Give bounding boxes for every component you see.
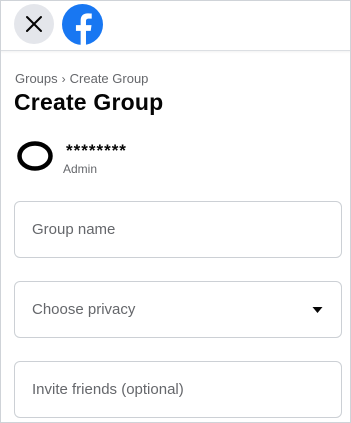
breadcrumb: Groups › Create Group [15, 71, 148, 86]
close-button[interactable] [14, 4, 54, 44]
invite-friends-field [14, 361, 342, 418]
close-icon [26, 16, 42, 32]
avatar [17, 141, 53, 171]
user-name: ******** [66, 141, 127, 160]
group-name-field [14, 201, 342, 258]
user-role: Admin [63, 162, 98, 176]
invite-friends-input[interactable] [15, 362, 341, 417]
breadcrumb-separator: › [61, 71, 66, 86]
group-name-input[interactable] [15, 202, 341, 257]
page-title: Create Group [14, 89, 164, 115]
privacy-select-label: Choose privacy [32, 301, 136, 318]
top-bar [0, 0, 351, 51]
privacy-select[interactable]: Choose privacy [14, 281, 342, 338]
facebook-logo-icon[interactable] [62, 4, 103, 45]
breadcrumb-groups-link[interactable]: Groups [15, 71, 58, 86]
breadcrumb-create-group-link[interactable]: Create Group [70, 71, 149, 86]
caret-down-icon [312, 307, 323, 313]
